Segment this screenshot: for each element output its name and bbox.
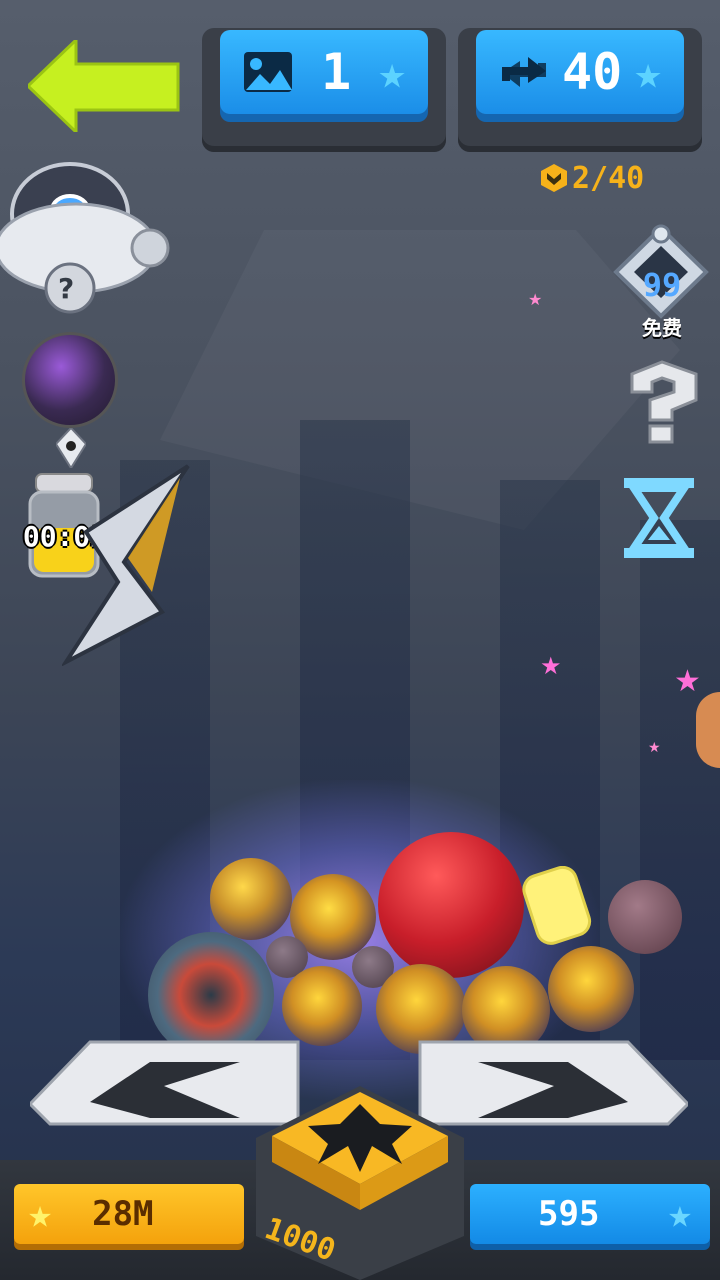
back-button[interactable] (25, 36, 180, 136)
landscape-icon (244, 52, 292, 92)
star-icon: ★ (667, 1191, 692, 1237)
pod-machine-icon: ? (0, 162, 170, 314)
jar-icon (522, 865, 592, 945)
pointer-arrow (60, 462, 192, 668)
hourglass-icon (624, 478, 694, 558)
star-icon: ★ (378, 45, 406, 99)
moves-value: 40 (562, 43, 623, 101)
coin-value: 28M (92, 1194, 154, 1234)
moves-button[interactable]: 40 ★ (476, 30, 684, 114)
star-icon: ★ (28, 1191, 53, 1237)
sparkle: ★ (528, 290, 543, 309)
question-icon (630, 360, 698, 444)
free-reward-label: 免费 (642, 316, 682, 340)
svg-text:?: ? (58, 272, 74, 305)
star-value: 595 (538, 1194, 600, 1234)
level-value: 1 (321, 43, 352, 101)
star-icon: ★ (634, 45, 662, 99)
star-ball (548, 946, 634, 1032)
mystery-button[interactable] (616, 356, 708, 448)
red-helmet-ball (378, 832, 524, 978)
pointer-arrow-icon (60, 464, 190, 668)
progress-text: 2/40 (572, 160, 645, 196)
refresh-icon (502, 57, 546, 87)
star-ball (210, 858, 292, 940)
dark-crystal-orb (22, 332, 118, 428)
sparkle: ★ (674, 664, 701, 699)
dispenser-pod: ? (0, 156, 172, 316)
dark-ball (608, 880, 682, 954)
level-button[interactable]: 1 ★ (220, 30, 428, 114)
star-counter: 595 ★ (470, 1184, 710, 1244)
side-edge-button[interactable] (696, 692, 720, 768)
level-panel: 1 ★ (202, 28, 446, 152)
collection-progress: 2/40 (540, 158, 680, 198)
background-pillar (640, 520, 720, 1060)
coin-counter: ★ 28M (14, 1184, 244, 1244)
token-icon (541, 164, 567, 192)
glowing-jar (520, 865, 596, 946)
arrow-left-icon (25, 36, 180, 136)
sparkle: ★ (648, 740, 661, 756)
sparkle: ★ (540, 652, 562, 680)
timer-button[interactable] (620, 476, 698, 560)
background-block (160, 230, 680, 530)
free-reward-count: 99 (642, 266, 682, 304)
moves-panel: 40 ★ (458, 28, 702, 152)
